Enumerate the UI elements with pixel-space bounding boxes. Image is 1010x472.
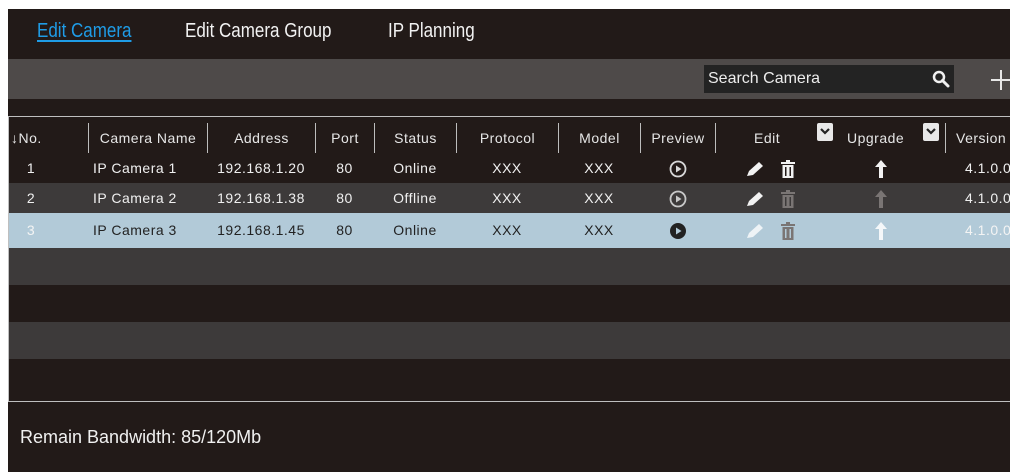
preview-icon[interactable] xyxy=(640,153,715,183)
empty-row xyxy=(9,322,1010,359)
cell-camera-name: IP Camera 3 xyxy=(93,222,177,238)
edit-dropdown-icon[interactable] xyxy=(817,123,833,141)
column-protocol[interactable]: Protocol xyxy=(456,123,558,153)
cell-protocol: XXX xyxy=(492,160,522,176)
upgrade-dropdown-icon[interactable] xyxy=(923,123,939,141)
cell-protocol: XXX xyxy=(492,190,522,206)
table-header: ↓No. Camera Name Address Port Status Pro… xyxy=(9,117,1010,153)
cell-model: XXX xyxy=(584,190,614,206)
cell-model: XXX xyxy=(584,222,614,238)
camera-management-panel: Edit Camera Edit Camera Group IP Plannin… xyxy=(8,9,1010,472)
column-no[interactable]: ↓No. xyxy=(9,123,88,153)
column-port[interactable]: Port xyxy=(315,123,374,153)
cell-camera-name: IP Camera 2 xyxy=(93,190,177,206)
column-status[interactable]: Status xyxy=(374,123,456,153)
cell-no: 2 xyxy=(26,190,36,206)
cell-status: Online xyxy=(393,160,437,176)
cell-port: 80 xyxy=(336,160,353,176)
cell-version: 4.1.0.0 xyxy=(965,222,1010,238)
edit-pencil-icon[interactable] xyxy=(745,183,765,213)
edit-pencil-icon[interactable] xyxy=(745,153,765,183)
cell-address: 192.168.1.20 xyxy=(217,160,305,176)
empty-row xyxy=(9,248,1010,285)
cell-version: 4.1.0.0 xyxy=(965,190,1010,206)
empty-row xyxy=(9,285,1010,322)
cell-address: 192.168.1.45 xyxy=(217,222,305,238)
column-edit[interactable]: Edit xyxy=(715,123,819,153)
table-row[interactable]: 1 IP Camera 1 192.168.1.20 80 Online XXX… xyxy=(9,153,1010,183)
upgrade-arrow-icon[interactable] xyxy=(871,213,891,248)
delete-trash-icon[interactable] xyxy=(779,213,797,248)
cell-protocol: XXX xyxy=(492,222,522,238)
preview-icon[interactable] xyxy=(640,213,715,248)
cell-no: 1 xyxy=(26,160,36,176)
cell-port: 80 xyxy=(336,222,353,238)
cell-model: XXX xyxy=(584,160,614,176)
tab-edit-camera-group[interactable]: Edit Camera Group xyxy=(185,20,331,43)
tab-ip-planning[interactable]: IP Planning xyxy=(388,20,475,43)
search-icon[interactable] xyxy=(932,70,950,93)
cell-status: Offline xyxy=(393,190,437,206)
cell-version: 4.1.0.0 xyxy=(965,160,1010,176)
cell-no: 3 xyxy=(26,222,36,238)
column-version[interactable]: Version xyxy=(945,123,1010,153)
column-address[interactable]: Address xyxy=(207,123,315,153)
cell-status: Online xyxy=(393,222,437,238)
search-box xyxy=(704,65,954,93)
add-camera-button[interactable] xyxy=(990,61,1010,99)
preview-icon[interactable] xyxy=(640,183,715,213)
camera-table: ↓No. Camera Name Address Port Status Pro… xyxy=(8,116,1010,402)
search-input[interactable] xyxy=(704,65,934,93)
delete-trash-icon[interactable] xyxy=(779,183,797,213)
cell-camera-name: IP Camera 1 xyxy=(93,160,177,176)
table-row[interactable]: 2 IP Camera 2 192.168.1.38 80 Offline XX… xyxy=(9,183,1010,213)
delete-trash-icon[interactable] xyxy=(779,153,797,183)
tab-edit-camera[interactable]: Edit Camera xyxy=(37,20,131,43)
column-model[interactable]: Model xyxy=(558,123,640,153)
cell-port: 80 xyxy=(336,190,353,206)
edit-pencil-icon[interactable] xyxy=(745,213,765,248)
toolbar xyxy=(8,59,1010,99)
empty-row xyxy=(9,359,1010,396)
remain-bandwidth-label: Remain Bandwidth: 85/120Mb xyxy=(20,427,262,447)
tab-bar: Edit Camera Edit Camera Group IP Plannin… xyxy=(8,9,1010,59)
column-preview[interactable]: Preview xyxy=(640,123,715,153)
column-camera-name[interactable]: Camera Name xyxy=(88,123,207,153)
upgrade-arrow-icon[interactable] xyxy=(871,153,891,183)
cell-address: 192.168.1.38 xyxy=(217,190,305,206)
table-row-selected[interactable]: 3 IP Camera 3 192.168.1.45 80 Online XXX… xyxy=(9,213,1010,248)
upgrade-arrow-icon[interactable] xyxy=(871,183,891,213)
